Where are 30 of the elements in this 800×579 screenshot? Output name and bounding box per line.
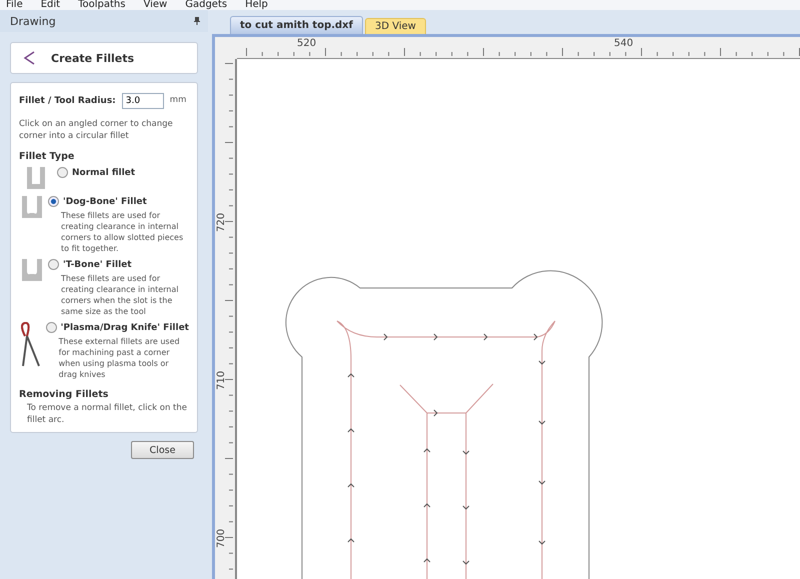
fillet-type-option[interactable]: 'Dog-Bone' Fillet [48, 196, 189, 207]
ruler-label: 700 [216, 528, 227, 548]
pin-icon[interactable] [194, 17, 200, 25]
angle-icon [23, 51, 35, 65]
fillet-type-option[interactable]: 'T-Bone' Fillet [48, 259, 189, 270]
section-heading: Fillet Type [19, 151, 76, 162]
drag-knife-loop-icon [19, 322, 42, 368]
radius-field[interactable]: 3.0 [122, 93, 164, 109]
document-tab[interactable]: to cut amith top.dxf [230, 16, 363, 34]
fillet-type-option[interactable]: Normal fillet [57, 167, 136, 178]
panel-title: Drawing [10, 14, 56, 28]
fillet-description: These fillets are used for creating clearance in internal corners when the slot is the same size as the tool [60, 273, 180, 317]
ruler-label: 540 [614, 38, 634, 49]
unit-label: mm [170, 95, 186, 107]
radius-label: Fillet / Tool Radius: [19, 96, 116, 106]
dog-bone-fillet-icon [20, 196, 44, 220]
ruler-label: 520 [297, 38, 316, 49]
ruler-label: 720 [216, 212, 227, 232]
normal-fillet-icon [25, 167, 47, 191]
removing-text: To remove a normal fillet, click on the fillet arc. [26, 403, 188, 426]
ruler-label: 710 [216, 370, 227, 390]
t-bone-fillet-icon [20, 259, 44, 283]
fillet-type-option[interactable]: 'Plasma/Drag Knife' Fillet [46, 322, 189, 333]
instruction-text: Click on an angled corner to change corner into a circular fillet [19, 119, 174, 142]
fillet-description: These fillets are used for creating clearance in internal corners to allow slotted pieces to fit together. [60, 210, 184, 254]
tool-title: Create Fillets [51, 52, 134, 64]
fillet-description: These external fillets are used for machining past a corner when using plasma tools or drag knives [58, 336, 181, 380]
document-tab[interactable]: 3D View [364, 18, 426, 34]
close-button[interactable]: Close [131, 441, 194, 459]
section-heading: Removing Fillets [19, 389, 110, 400]
